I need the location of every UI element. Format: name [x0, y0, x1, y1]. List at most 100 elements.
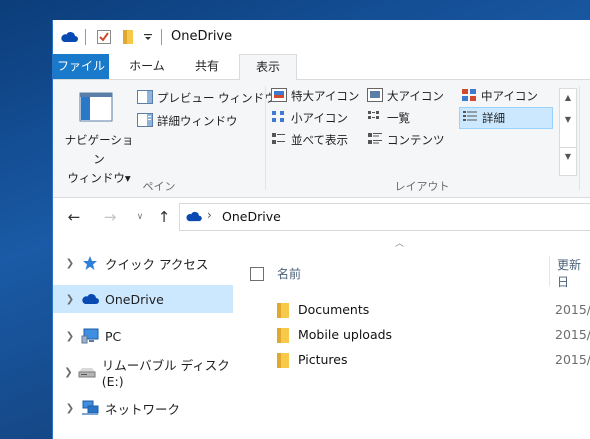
gallery-scroll-up-icon[interactable]: ▲: [560, 89, 576, 107]
group-separator: [265, 86, 266, 190]
pc-icon: [81, 328, 99, 344]
sort-ascending-icon: ︿: [395, 239, 405, 249]
preview-pane-button[interactable]: プレビュー ウィンドウ: [137, 88, 276, 108]
file-row[interactable]: Documents 2015/: [235, 298, 590, 322]
nav-item-label: クイック アクセス: [105, 256, 209, 272]
details-pane-button[interactable]: 詳細ウィンドウ: [137, 111, 238, 131]
file-name: Mobile uploads: [298, 327, 393, 342]
nav-item-removable-disk[interactable]: ❯ リムーバブル ディスク (E:): [53, 358, 233, 389]
tiles-label: 並べて表示: [291, 133, 349, 147]
preview-pane-label: プレビュー ウィンドウ: [157, 91, 276, 105]
file-list: ︿ 名前 更新日 Documents 2015/ Mobile uploads …: [235, 236, 590, 439]
file-date: 2015/: [555, 327, 590, 342]
large-icons-option[interactable]: 大アイコン: [367, 86, 444, 106]
content-view-icon: [367, 132, 383, 149]
navigation-pane: ❯ クイック アクセス ❯ OneDrive ❯ PC ❯ リムーバブル ディス…: [53, 236, 235, 439]
extra-large-icons-icon: [271, 87, 287, 105]
list-view-icon: [367, 110, 383, 127]
back-arrow-icon[interactable]: ←: [65, 208, 83, 226]
medium-icons-icon: [461, 88, 477, 105]
address-bar[interactable]: › OneDrive: [179, 203, 590, 231]
title-separator: [85, 29, 86, 45]
panes-group-label: ペイン: [142, 180, 176, 193]
group-separator: [579, 86, 580, 190]
window-title: OneDrive: [171, 29, 233, 44]
tiles-option[interactable]: 並べて表示: [271, 130, 348, 150]
tab-share[interactable]: 共有: [179, 54, 235, 79]
new-folder-icon[interactable]: [119, 27, 137, 47]
layout-gallery-scrollbar[interactable]: ▲ ▼ ▼: [559, 88, 577, 176]
extra-large-icons-label: 特大アイコン: [291, 89, 360, 103]
content-label: コンテンツ: [387, 133, 445, 147]
content-option[interactable]: コンテンツ: [367, 130, 445, 150]
tiles-icon: [271, 132, 287, 149]
drive-icon: [78, 364, 96, 380]
tab-file[interactable]: ファイル: [53, 54, 109, 79]
details-pane-icon: [137, 112, 153, 130]
navigation-pane-icon: [79, 92, 113, 122]
file-date: 2015/: [555, 352, 590, 367]
ribbon-tab-bar: ファイル ホーム 共有 表示: [53, 54, 590, 81]
details-view-option[interactable]: 詳細: [459, 107, 553, 129]
up-arrow-icon[interactable]: ↑: [155, 208, 173, 226]
nav-item-quick-access[interactable]: ❯ クイック アクセス: [53, 249, 233, 277]
small-icons-label: 小アイコン: [291, 111, 348, 125]
column-separator[interactable]: [549, 256, 550, 286]
medium-icons-option[interactable]: 中アイコン: [461, 86, 538, 106]
folder-icon: [277, 353, 289, 371]
gallery-scroll-down-icon[interactable]: ▼: [560, 111, 576, 129]
file-date: 2015/: [555, 302, 590, 317]
network-icon: [81, 400, 99, 416]
folder-icon: [277, 303, 289, 321]
nav-item-label: ネットワーク: [105, 401, 181, 417]
layout-gallery: 特大アイコン 大アイコン 中アイコン 小アイコン 一覧 詳細 並べて表示 コンテ…: [269, 84, 557, 174]
file-row[interactable]: Mobile uploads 2015/: [235, 323, 590, 347]
expand-chevron-icon[interactable]: ❯: [59, 294, 81, 305]
expand-chevron-icon[interactable]: ❯: [59, 258, 81, 269]
select-all-checkbox[interactable]: [250, 267, 264, 281]
large-icons-icon: [367, 87, 383, 105]
breadcrumb-chevron-icon[interactable]: ›: [207, 208, 212, 222]
nav-item-onedrive[interactable]: ❯ OneDrive: [53, 285, 233, 313]
column-header-date[interactable]: 更新日: [557, 258, 590, 289]
expand-chevron-icon[interactable]: ❯: [59, 403, 81, 414]
address-path: OneDrive: [222, 209, 281, 224]
nav-item-label: PC: [105, 328, 122, 344]
star-icon: [81, 255, 99, 271]
nav-item-label: リムーバブル ディスク (E:): [101, 358, 230, 389]
medium-icons-label: 中アイコン: [481, 89, 538, 103]
gallery-expand-icon[interactable]: ▼: [560, 147, 576, 166]
file-name: Pictures: [298, 352, 348, 367]
navigation-pane-button[interactable]: ナビゲーション ウィンドウ▾: [59, 88, 133, 185]
expand-chevron-icon[interactable]: ❯: [59, 367, 78, 378]
small-icons-option[interactable]: 小アイコン: [271, 108, 348, 128]
onedrive-cloud-icon: [81, 291, 99, 307]
file-row[interactable]: Pictures 2015/: [235, 348, 590, 372]
nav-item-network[interactable]: ❯ ネットワーク: [53, 394, 233, 422]
navigation-pane-label-line1: ナビゲーション: [64, 133, 134, 166]
column-header-name[interactable]: 名前: [277, 262, 301, 284]
extra-large-icons-option[interactable]: 特大アイコン: [271, 86, 359, 106]
list-option[interactable]: 一覧: [367, 108, 410, 128]
large-icons-label: 大アイコン: [387, 89, 444, 103]
small-icons-icon: [271, 110, 287, 127]
onedrive-cloud-icon[interactable]: [59, 27, 79, 47]
recent-locations-chevron-icon[interactable]: ∨: [131, 208, 149, 226]
details-view-icon: [462, 110, 478, 127]
ribbon-view: ナビゲーション ウィンドウ▾ プレビュー ウィンドウ 詳細ウィンドウ ペイン 特…: [53, 80, 590, 198]
explorer-window: OneDrive ファイル ホーム 共有 表示 ナビゲーション ウィンドウ▾ プ…: [52, 20, 590, 439]
tab-view[interactable]: 表示: [239, 54, 297, 81]
layout-group-label: レイアウト: [394, 180, 450, 193]
nav-item-pc[interactable]: ❯ PC: [53, 322, 233, 350]
tab-home[interactable]: ホーム: [119, 54, 175, 79]
properties-checkbox-icon[interactable]: [93, 27, 115, 47]
navigation-bar: ← → ∨ ↑ › OneDrive: [53, 198, 590, 236]
folder-icon: [277, 328, 289, 346]
forward-arrow-icon[interactable]: →: [101, 208, 119, 226]
details-pane-label: 詳細ウィンドウ: [157, 114, 238, 128]
onedrive-cloud-icon: [186, 211, 202, 222]
customize-toolbar-dropdown-icon[interactable]: [141, 27, 155, 47]
title-bar: OneDrive: [53, 20, 590, 54]
list-label: 一覧: [387, 111, 410, 125]
expand-chevron-icon[interactable]: ❯: [59, 331, 81, 342]
